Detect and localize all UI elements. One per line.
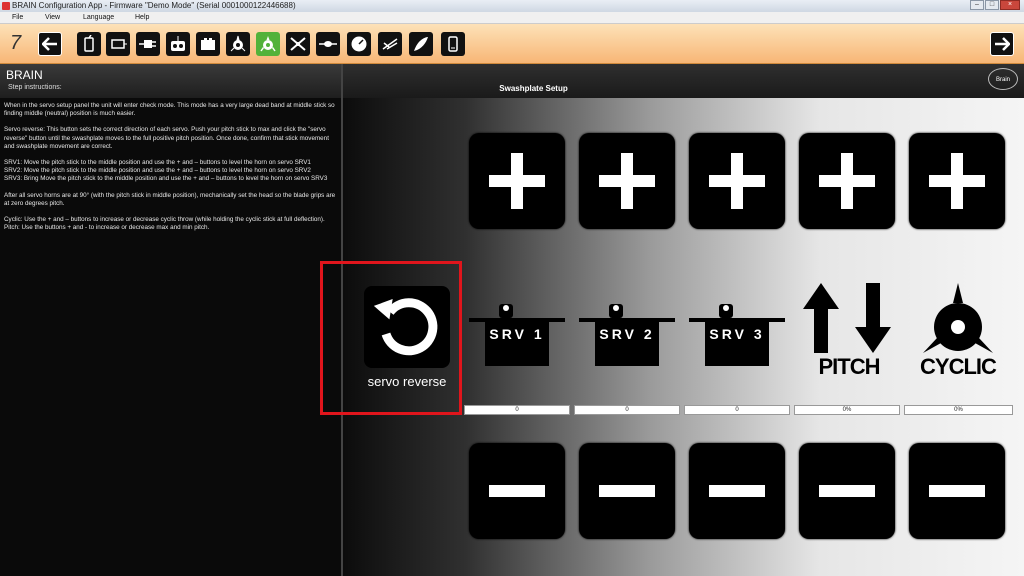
- menu-view[interactable]: View: [45, 12, 60, 24]
- window-title-bar: BRAIN Configuration App - Firmware "Demo…: [0, 0, 1024, 12]
- tool-tail[interactable]: [316, 32, 340, 56]
- srv3-value: 0: [684, 405, 790, 415]
- phone-icon: [448, 36, 458, 52]
- tail-icon: [319, 41, 337, 47]
- panel-subtitle: Step instructions:: [8, 84, 62, 91]
- instruction-paragraph: Cyclic: Use the + and – buttons to incre…: [4, 216, 325, 224]
- tool-receiver[interactable]: [77, 32, 101, 56]
- receiver-icon: [84, 35, 94, 52]
- minus-icon: [709, 485, 765, 497]
- minimize-button[interactable]: –: [970, 0, 984, 10]
- tool-gauge[interactable]: [347, 32, 371, 56]
- toolbar: 7: [0, 24, 1024, 64]
- menu-help[interactable]: Help: [135, 12, 149, 24]
- instruction-paragraph: SRV3: Bring Move the pitch stick to the …: [4, 175, 328, 183]
- srv3-plus-button[interactable]: [689, 133, 785, 229]
- back-button[interactable]: [38, 32, 62, 56]
- pitch-label: PITCH: [818, 354, 881, 379]
- cyclic-value: 0%: [904, 405, 1013, 415]
- box-icon: [201, 38, 215, 50]
- servo2-icon: SRV 2: [579, 300, 675, 370]
- tool-phone[interactable]: [441, 32, 465, 56]
- menu-file[interactable]: File: [12, 12, 23, 24]
- servo-reverse-label: servo reverse: [367, 374, 447, 389]
- minus-icon: [929, 485, 985, 497]
- tool-box[interactable]: [196, 32, 220, 56]
- instruction-paragraph: After all servo horns are at 90° (with t…: [4, 191, 336, 207]
- servo1-icon: SRV 1: [469, 300, 565, 370]
- tool-heli[interactable]: [286, 32, 310, 56]
- srv1-plus-button[interactable]: [469, 133, 565, 229]
- servo-reverse-button[interactable]: [364, 286, 450, 368]
- cyclic-label: CYCLIC: [920, 354, 997, 379]
- gyro-icon: [230, 35, 246, 52]
- instructions-header: BRAIN Step instructions:: [0, 64, 341, 98]
- back-arrow-icon: [42, 37, 57, 51]
- plus-icon-vertical: [951, 153, 963, 209]
- step-number: 7: [10, 32, 22, 54]
- tool-gyro[interactable]: [226, 32, 250, 56]
- next-arrow-icon: [995, 37, 1010, 51]
- instruction-paragraph: SRV1: Move the pitch stick to the middle…: [4, 159, 311, 167]
- leaf-icon: [414, 37, 428, 51]
- app-icon: [2, 2, 10, 10]
- next-button[interactable]: [990, 32, 1014, 56]
- srv1-value: 0: [464, 405, 570, 415]
- srv3-minus-button[interactable]: [689, 443, 785, 539]
- srv2-label: SRV 2: [599, 326, 655, 342]
- srv2-minus-button[interactable]: [579, 443, 675, 539]
- srv2-value: 0: [574, 405, 680, 415]
- plus-icon-vertical: [841, 153, 853, 209]
- plug-icon: [139, 40, 156, 48]
- gauge-icon: [351, 36, 367, 52]
- close-button[interactable]: ×: [1000, 0, 1020, 10]
- menu-language[interactable]: Language: [83, 12, 114, 24]
- window-controls: – □ ×: [970, 0, 1020, 11]
- pitch-value: 0%: [794, 405, 900, 415]
- minus-icon: [599, 485, 655, 497]
- pitch-arrows-icon: [803, 283, 891, 353]
- frame-icon: [111, 39, 127, 49]
- pitch-plus-button[interactable]: [799, 133, 895, 229]
- minus-icon: [489, 485, 545, 497]
- srv2-plus-button[interactable]: [579, 133, 675, 229]
- tool-leaf[interactable]: [409, 32, 433, 56]
- srv1-label: SRV 1: [489, 326, 545, 342]
- maximize-button[interactable]: □: [985, 0, 999, 10]
- tool-plug[interactable]: [136, 32, 160, 56]
- menu-bar: File View Language Help: [0, 12, 1024, 24]
- instruction-paragraph: SRV2: Move the pitch stick to the middle…: [4, 167, 311, 175]
- transmitter-icon: [171, 36, 185, 51]
- panel-title: BRAIN: [6, 68, 43, 82]
- minus-icon: [819, 485, 875, 497]
- instruction-paragraph: Servo reverse: This button sets the corr…: [4, 126, 329, 150]
- tool-rescue[interactable]: [378, 32, 402, 56]
- cyclic-plus-button[interactable]: [909, 133, 1005, 229]
- main-header: Swashplate Setup Brain: [343, 64, 1024, 98]
- srv3-label: SRV 3: [709, 326, 765, 342]
- instructions-panel: BRAIN Step instructions: When in the ser…: [0, 64, 341, 576]
- tool-transmitter[interactable]: [166, 32, 190, 56]
- brain-logo: Brain: [988, 68, 1018, 90]
- srv1-minus-button[interactable]: [469, 443, 565, 539]
- rescue-icon: [382, 38, 398, 50]
- tool-swashplate[interactable]: [256, 32, 280, 56]
- instruction-paragraph: Pitch: Use the buttons + and - to increa…: [4, 224, 210, 232]
- tool-frame[interactable]: [106, 32, 130, 56]
- plus-icon-vertical: [731, 153, 743, 209]
- servo3-icon: SRV 3: [689, 300, 785, 370]
- pitch-minus-button[interactable]: [799, 443, 895, 539]
- instructions-text: When in the servo setup panel the unit w…: [4, 102, 337, 232]
- swashplate-cyclic-icon: [923, 283, 993, 353]
- plus-icon-vertical: [511, 153, 523, 209]
- instruction-paragraph: When in the servo setup panel the unit w…: [4, 102, 335, 118]
- cyclic-minus-button[interactable]: [909, 443, 1005, 539]
- heli-icon: [290, 37, 306, 51]
- window-title: BRAIN Configuration App - Firmware "Demo…: [12, 1, 296, 10]
- swashplate-icon: [260, 36, 276, 52]
- plus-icon-vertical: [621, 153, 633, 209]
- page-title: Swashplate Setup: [499, 84, 568, 93]
- rotate-icon: [373, 298, 438, 356]
